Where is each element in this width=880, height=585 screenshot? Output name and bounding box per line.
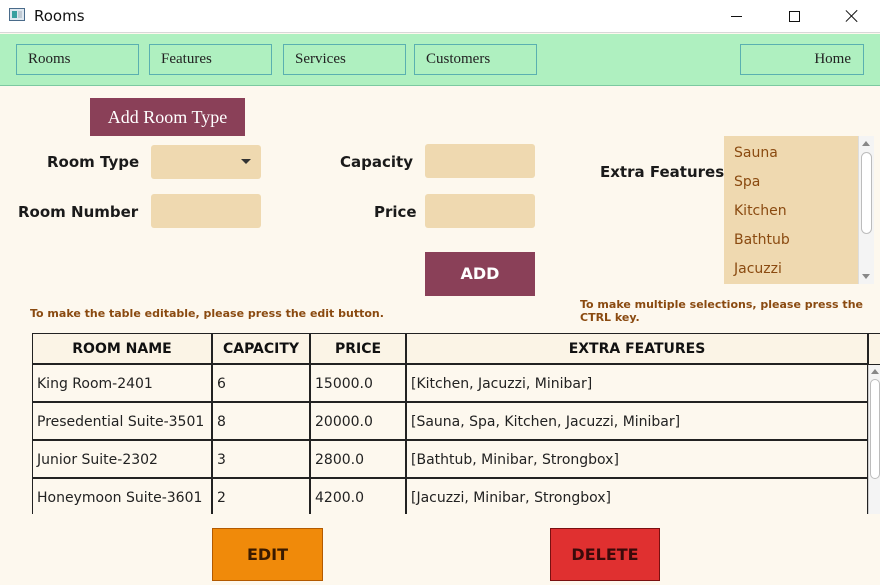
scroll-up-icon[interactable] [871,369,879,374]
table-scrollbar[interactable] [868,365,880,514]
cell-price: 20000.0 [311,403,407,441]
app-window-icon [9,8,25,21]
room-type-label: Room Type [47,153,140,171]
cell-room-name: King Room-2401 [33,365,213,403]
scroll-thumb[interactable] [861,152,872,234]
cell-price: 2800.0 [311,441,407,479]
cell-price: 4200.0 [311,479,407,514]
delete-button[interactable]: DELETE [550,528,660,581]
chevron-down-icon [241,159,251,164]
list-item[interactable]: Bathtub [724,225,874,254]
scroll-thumb[interactable] [870,379,880,479]
column-header-capacity[interactable]: CAPACITY [213,334,311,364]
cell-capacity: 6 [213,365,311,403]
cell-capacity: 8 [213,403,311,441]
column-header-price[interactable]: PRICE [311,334,407,364]
nav-customers-button[interactable]: Customers [414,44,537,75]
maximize-icon [788,10,800,22]
nav-home-button[interactable]: Home [740,44,864,75]
table-header-corner [869,334,880,364]
cell-capacity: 3 [213,441,311,479]
maximize-button[interactable] [765,0,823,32]
window-title: Rooms [34,7,85,25]
room-number-label: Room Number [18,203,139,221]
price-field[interactable] [425,194,535,228]
close-icon [845,9,859,23]
cell-extra-features: [Bathtub, Minibar, Strongbox] [407,441,869,479]
column-header-extra-features[interactable]: EXTRA FEATURES [407,334,869,364]
nav-rooms-button[interactable]: Rooms [16,44,139,75]
column-header-room-name[interactable]: ROOM NAME [33,334,213,364]
list-item[interactable]: Spa [724,167,874,196]
capacity-label: Capacity [340,153,413,171]
nav-features-button[interactable]: Features [149,44,272,75]
multi-select-hint-text: To make multiple selections, please pres… [580,298,863,324]
cell-room-name: Presedential Suite-3501 [33,403,213,441]
cell-price: 15000.0 [311,365,407,403]
title-bar: Rooms [0,0,880,33]
close-button[interactable] [823,0,880,32]
list-item[interactable]: Kitchen [724,196,874,225]
table-row[interactable]: King Room-2401 6 15000.0 [Kitchen, Jacuz… [33,365,869,403]
cell-extra-features: [Sauna, Spa, Kitchen, Jacuzzi, Minibar] [407,403,869,441]
nav-services-button[interactable]: Services [283,44,406,75]
table-row[interactable]: Honeymoon Suite-3601 2 4200.0 [Jacuzzi, … [33,479,869,514]
scroll-down-icon[interactable] [862,274,870,279]
add-room-type-button[interactable]: Add Room Type [90,98,245,136]
add-button[interactable]: ADD [425,252,535,296]
edit-button[interactable]: EDIT [212,528,323,581]
list-item[interactable]: Sauna [724,138,874,167]
room-type-select[interactable] [151,145,261,179]
extra-features-list[interactable]: Sauna Spa Kitchen Bathtub Jacuzzi [724,136,874,284]
minimize-button[interactable] [707,0,765,32]
cell-extra-features: [Kitchen, Jacuzzi, Minibar] [407,365,869,403]
extra-features-label: Extra Features [600,163,725,181]
table-row[interactable]: Presedential Suite-3501 8 20000.0 [Sauna… [33,403,869,441]
cell-room-name: Junior Suite-2302 [33,441,213,479]
list-item[interactable]: Jacuzzi [724,254,874,283]
edit-hint-text: To make the table editable, please press… [30,307,384,320]
cell-extra-features: [Jacuzzi, Minibar, Strongbox] [407,479,869,514]
room-number-field[interactable] [151,194,261,228]
rooms-table: ROOM NAME CAPACITY PRICE EXTRA FEATURES … [32,333,880,514]
table-row[interactable]: Junior Suite-2302 3 2800.0 [Bathtub, Min… [33,441,869,479]
nav-bar: Rooms Features Services Customers Home [0,34,880,86]
cell-room-name: Honeymoon Suite-3601 [33,479,213,514]
capacity-field[interactable] [425,144,535,178]
minimize-icon [730,15,742,17]
price-label: Price [374,203,417,221]
table-header: ROOM NAME CAPACITY PRICE EXTRA FEATURES [33,334,880,365]
cell-capacity: 2 [213,479,311,514]
features-scrollbar[interactable] [858,136,874,284]
scroll-up-icon[interactable] [862,141,870,146]
